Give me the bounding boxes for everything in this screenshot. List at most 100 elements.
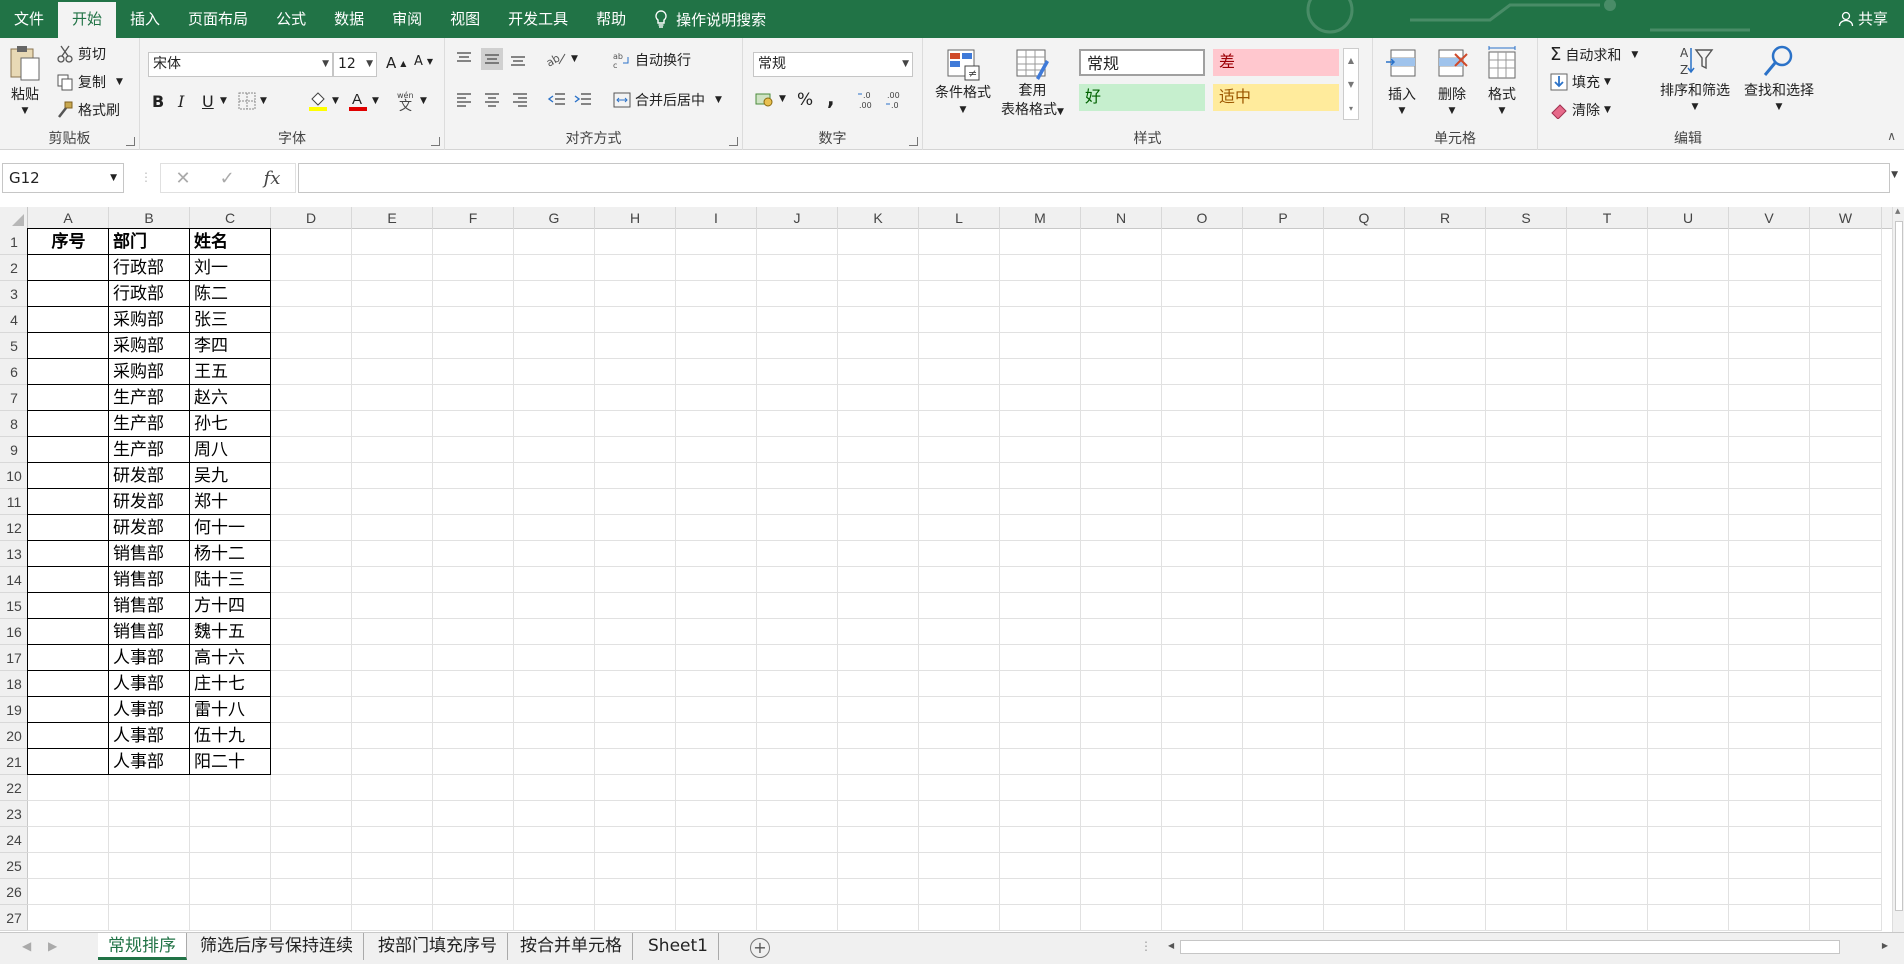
paste-button[interactable]: 粘贴 ▼ xyxy=(8,44,42,116)
table-cell[interactable]: 人事部 xyxy=(109,749,190,775)
style-good[interactable]: 好 xyxy=(1079,84,1205,111)
menu-tab[interactable]: 插入 xyxy=(116,0,174,38)
insert-function-icon[interactable]: fx xyxy=(264,168,281,189)
table-cell[interactable]: 研发部 xyxy=(109,489,190,515)
column-header[interactable]: H xyxy=(595,207,676,229)
autosum-button[interactable]: Σ 自动求和 ▼ xyxy=(1550,44,1638,65)
align-top-icon[interactable] xyxy=(455,50,473,68)
increase-indent-icon[interactable] xyxy=(573,90,593,108)
cut-button[interactable]: 剪切 xyxy=(56,44,106,64)
table-cell[interactable]: 李四 xyxy=(190,333,271,359)
sheet-tab[interactable]: 按合并单元格 xyxy=(510,933,633,960)
table-header-cell[interactable]: 部门 xyxy=(109,229,190,255)
add-sheet-icon[interactable]: + xyxy=(750,938,770,958)
fill-color-button[interactable]: ▼ xyxy=(308,90,339,112)
decrease-decimal-icon[interactable]: .00.0 xyxy=(885,90,907,110)
column-header[interactable]: R xyxy=(1405,207,1486,229)
table-cell[interactable]: 杨十二 xyxy=(190,541,271,567)
table-cell[interactable]: 郑十 xyxy=(190,489,271,515)
table-cell[interactable]: 人事部 xyxy=(109,645,190,671)
cancel-icon[interactable]: ✕ xyxy=(175,168,190,189)
row-header[interactable]: 13 xyxy=(0,541,28,567)
menu-tab[interactable]: 开发工具 xyxy=(494,0,582,38)
font-color-button[interactable]: A ▼ xyxy=(348,90,379,112)
row-header[interactable]: 3 xyxy=(0,281,28,307)
menu-tab[interactable]: 帮助 xyxy=(582,0,640,38)
row-header[interactable]: 10 xyxy=(0,463,28,489)
paste-dropdown-icon[interactable]: ▼ xyxy=(22,106,29,116)
table-cell[interactable]: 采购部 xyxy=(109,307,190,333)
comma-button[interactable]: , xyxy=(827,86,835,110)
column-header[interactable]: E xyxy=(352,207,433,229)
table-cell[interactable] xyxy=(28,541,109,567)
row-header[interactable]: 21 xyxy=(0,749,28,775)
table-cell[interactable]: 采购部 xyxy=(109,359,190,385)
row-header[interactable]: 8 xyxy=(0,411,28,437)
row-header[interactable]: 1 xyxy=(0,229,28,255)
table-cell[interactable] xyxy=(28,515,109,541)
collapse-ribbon-icon[interactable]: ∧ xyxy=(1887,129,1896,143)
font-launcher-icon[interactable] xyxy=(431,137,440,146)
table-cell[interactable] xyxy=(28,437,109,463)
underline-button[interactable]: U xyxy=(202,92,214,111)
sheet-tab[interactable]: 按部门填充序号 xyxy=(368,933,508,960)
table-cell[interactable]: 方十四 xyxy=(190,593,271,619)
column-header[interactable]: A xyxy=(28,207,109,229)
align-bottom-icon[interactable] xyxy=(509,50,527,68)
column-header[interactable]: I xyxy=(676,207,757,229)
align-right-icon[interactable] xyxy=(511,90,529,108)
table-cell[interactable]: 高十六 xyxy=(190,645,271,671)
table-cell[interactable]: 行政部 xyxy=(109,281,190,307)
style-neutral[interactable]: 适中 xyxy=(1213,84,1339,111)
increase-decimal-icon[interactable]: .0.00 xyxy=(857,90,879,110)
sheet-tab[interactable]: 常规排序 xyxy=(98,933,187,960)
table-cell[interactable] xyxy=(28,333,109,359)
row-header[interactable]: 6 xyxy=(0,359,28,385)
table-cell[interactable] xyxy=(28,489,109,515)
table-cell[interactable]: 生产部 xyxy=(109,437,190,463)
column-header[interactable]: N xyxy=(1081,207,1162,229)
italic-button[interactable]: I xyxy=(178,92,184,111)
underline-dropdown-icon[interactable]: ▼ xyxy=(220,96,227,106)
styles-gallery-scroll[interactable]: ▲ ▼ ▾ xyxy=(1343,48,1359,120)
clipboard-launcher-icon[interactable] xyxy=(126,137,135,146)
column-header[interactable]: V xyxy=(1729,207,1810,229)
vertical-scrollbar[interactable]: ▲ xyxy=(1892,207,1904,935)
menu-tab[interactable]: 公式 xyxy=(262,0,320,38)
name-box[interactable]: G12 ▼ xyxy=(2,163,124,193)
scroll-left-icon[interactable]: ◀ xyxy=(1168,941,1174,950)
find-select-button[interactable]: 查找和选择 ▼ xyxy=(1744,44,1814,112)
table-cell[interactable] xyxy=(28,463,109,489)
decrease-font-icon[interactable]: A ▼ xyxy=(414,54,433,69)
font-name-select[interactable]: 宋体 ▼ xyxy=(148,52,333,77)
clear-button[interactable]: 清除 ▼ xyxy=(1550,100,1611,120)
increase-font-icon[interactable]: A ▲ xyxy=(386,54,406,72)
style-bad[interactable]: 差 xyxy=(1213,49,1339,76)
row-header[interactable]: 11 xyxy=(0,489,28,515)
share-button[interactable]: 共享 xyxy=(1838,0,1888,38)
percent-button[interactable]: % xyxy=(797,90,813,110)
column-header[interactable]: S xyxy=(1486,207,1567,229)
number-launcher-icon[interactable] xyxy=(909,137,918,146)
table-cell[interactable]: 王五 xyxy=(190,359,271,385)
table-cell[interactable] xyxy=(28,593,109,619)
format-as-table-button[interactable]: 套用 表格格式▼ xyxy=(1001,48,1064,122)
phonetic-button[interactable]: wén 文 ▼ xyxy=(396,90,427,112)
table-cell[interactable] xyxy=(28,281,109,307)
row-header[interactable]: 18 xyxy=(0,671,28,697)
column-header[interactable]: D xyxy=(271,207,352,229)
table-cell[interactable] xyxy=(28,697,109,723)
table-cell[interactable]: 孙七 xyxy=(190,411,271,437)
decrease-indent-icon[interactable] xyxy=(547,90,567,108)
menu-tab[interactable]: 视图 xyxy=(436,0,494,38)
row-header[interactable]: 9 xyxy=(0,437,28,463)
menu-tab[interactable]: 开始 xyxy=(58,2,117,38)
splitter-icon[interactable]: ⋮ xyxy=(140,170,152,184)
menu-tab[interactable]: 文件 xyxy=(0,0,58,38)
table-cell[interactable] xyxy=(28,411,109,437)
column-header[interactable]: L xyxy=(919,207,1000,229)
table-cell[interactable]: 赵六 xyxy=(190,385,271,411)
row-header[interactable]: 16 xyxy=(0,619,28,645)
table-cell[interactable]: 生产部 xyxy=(109,385,190,411)
row-header[interactable]: 17 xyxy=(0,645,28,671)
